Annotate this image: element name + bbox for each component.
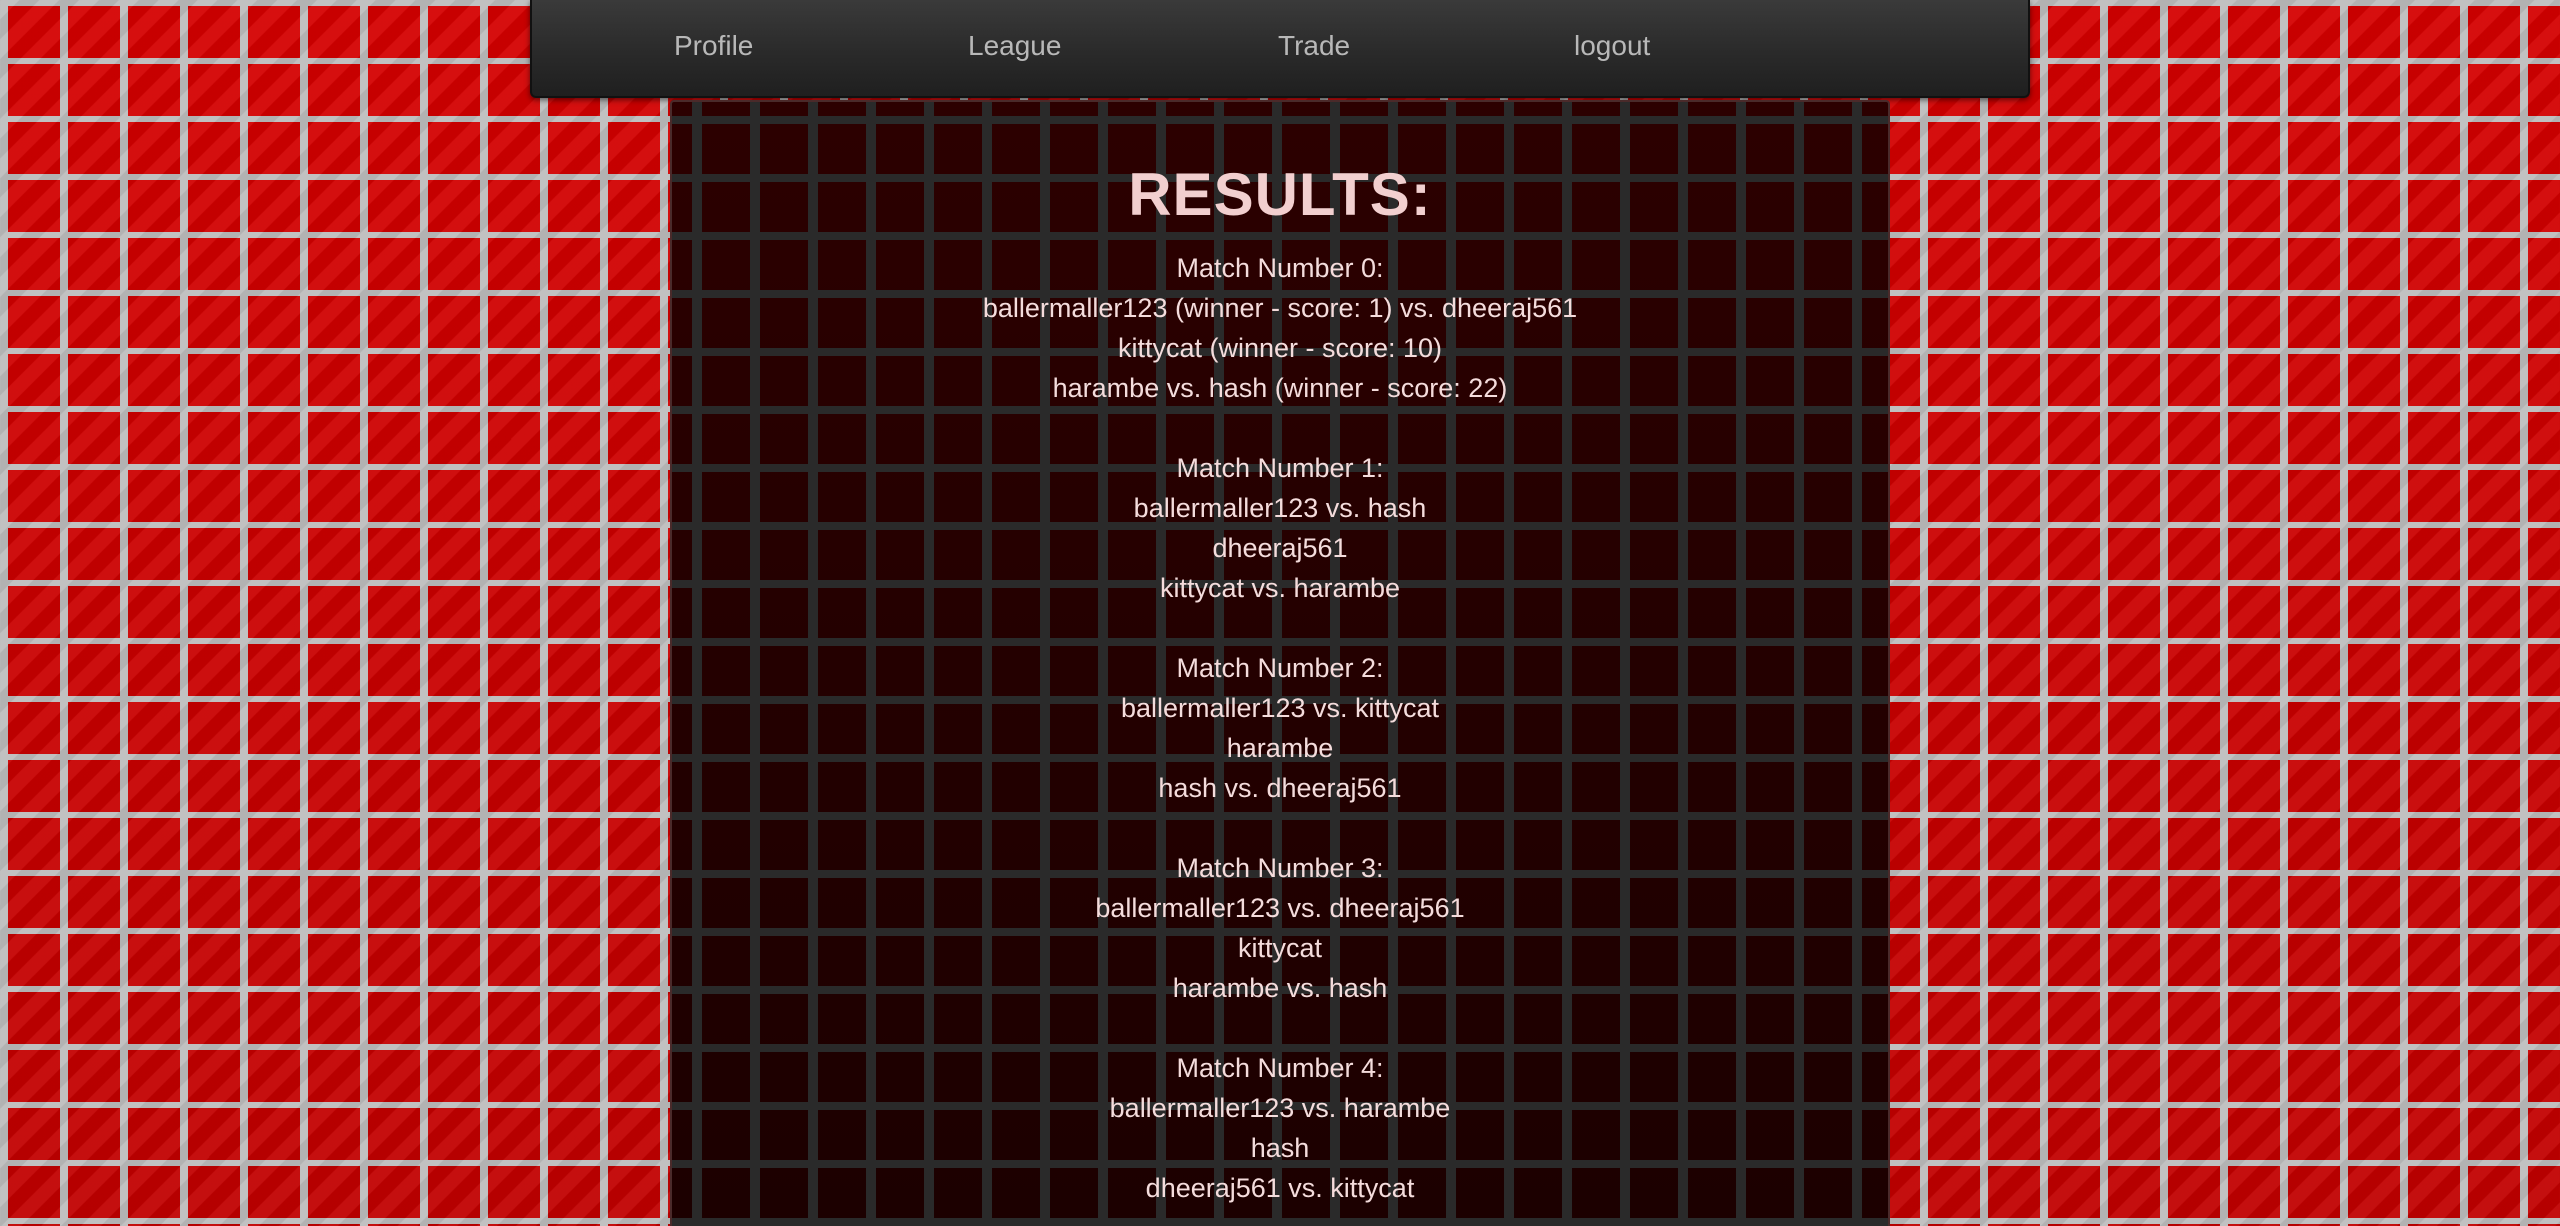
match-line: dheeraj561 vs. kittycat: [1145, 1173, 1415, 1203]
match-block-2: Match Number 2: ballermaller123 vs. kitt…: [672, 648, 1888, 808]
match-header: Match Number 0:: [1176, 253, 1384, 283]
match-line: hash: [1250, 1133, 1310, 1163]
match-line: ballermaller123 (winner - score: 1) vs. …: [982, 293, 1578, 323]
match-block-1: Match Number 1: ballermaller123 vs. hash…: [672, 448, 1888, 608]
match-line: ballermaller123 vs. harambe: [1109, 1093, 1451, 1123]
match-line: ballermaller123 vs. kittycat: [1120, 693, 1440, 723]
top-navbar: Profile League Trade logout: [530, 0, 2030, 98]
nav-trade-link[interactable]: Trade: [1278, 30, 1350, 62]
match-line: kittycat (winner - score: 10): [1117, 333, 1443, 363]
match-line: harambe vs. hash (winner - score: 22): [1052, 373, 1508, 403]
match-line: kittycat vs. harambe: [1159, 573, 1401, 603]
match-line: dheeraj561: [1212, 533, 1348, 563]
match-block-4: Match Number 4: ballermaller123 vs. hara…: [672, 1048, 1888, 1208]
results-panel: RESULTS: Match Number 0: ballermaller123…: [670, 100, 1890, 1226]
match-line: hash vs. dheeraj561: [1158, 773, 1402, 803]
match-block-3: Match Number 3: ballermaller123 vs. dhee…: [672, 848, 1888, 1008]
match-header: Match Number 3:: [1176, 853, 1384, 883]
match-block-0: Match Number 0: ballermaller123 (winner …: [672, 248, 1888, 408]
page-body: { "nav": { "profile": "Profile", "league…: [0, 0, 2560, 1226]
match-header: Match Number 2:: [1176, 653, 1384, 683]
match-header: Match Number 1:: [1176, 453, 1384, 483]
match-list: Match Number 0: ballermaller123 (winner …: [672, 248, 1888, 1226]
nav-profile-link[interactable]: Profile: [674, 30, 753, 62]
nav-logout-link[interactable]: logout: [1574, 30, 1650, 62]
match-header: Match Number 4:: [1176, 1053, 1384, 1083]
nav-league-link[interactable]: League: [968, 30, 1061, 62]
match-line: harambe vs. hash: [1172, 973, 1388, 1003]
match-line: ballermaller123 vs. dheeraj561: [1095, 893, 1465, 923]
match-line: ballermaller123 vs. hash: [1133, 493, 1427, 523]
results-title: RESULTS:: [1128, 161, 1432, 228]
match-line: kittycat: [1237, 933, 1323, 963]
match-line: harambe: [1226, 733, 1334, 763]
